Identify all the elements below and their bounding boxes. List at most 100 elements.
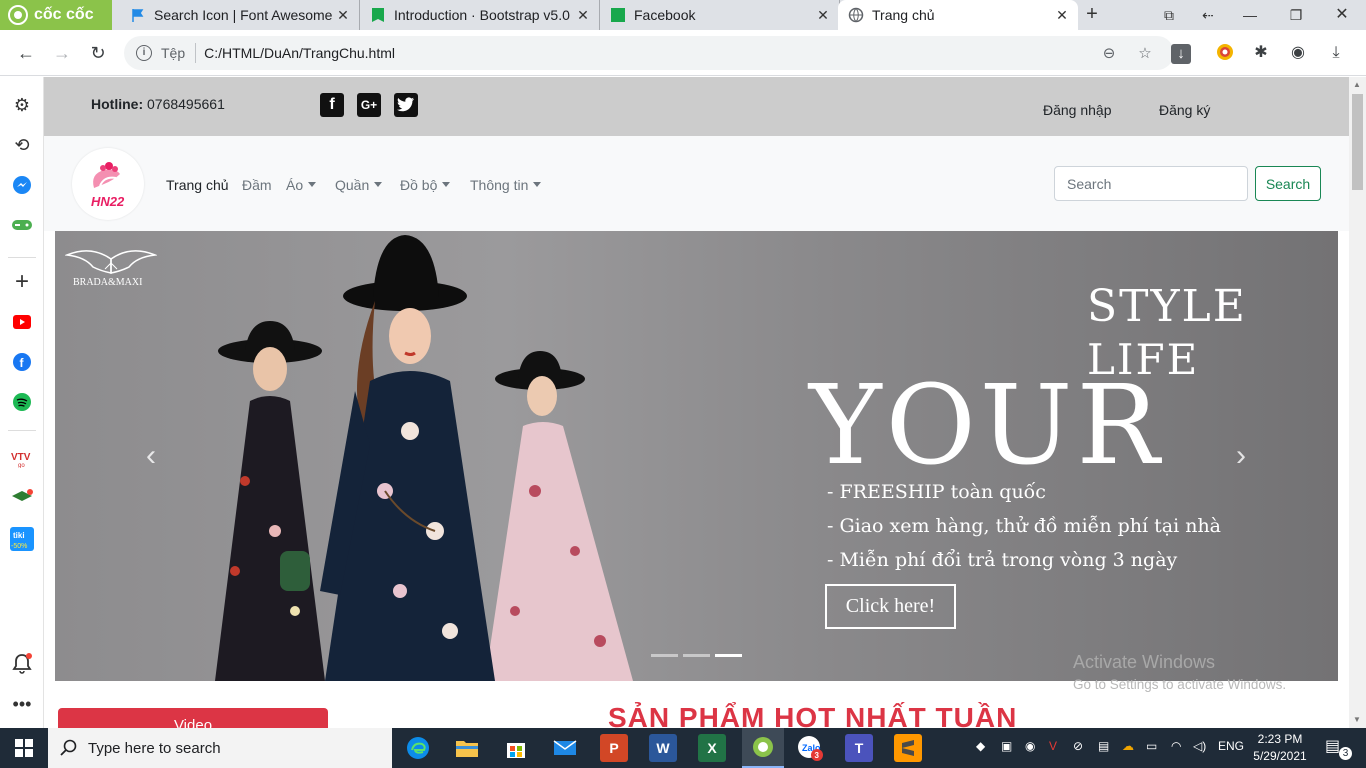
carousel-prev-icon[interactable]: ‹ (136, 439, 166, 473)
start-button[interactable] (0, 728, 48, 768)
scroll-down-arrow-icon[interactable]: ▼ (1353, 715, 1361, 724)
nav-quan[interactable]: Quần (335, 177, 383, 193)
profile-icon[interactable]: ◉ (1288, 43, 1308, 63)
nav-trang-chu[interactable]: Trang chủ (166, 177, 229, 193)
page-viewport: Hotline: 0768495661 f G+ Đăng nhập Đăng … (44, 77, 1349, 728)
tab-bootstrap[interactable]: Introduction · Bootstrap v5.0 ✕ (360, 0, 600, 30)
close-icon[interactable]: ✕ (815, 7, 831, 24)
tab-font-awesome[interactable]: Search Icon | Font Awesome ✕ (120, 0, 360, 30)
taskbar-search-box[interactable]: Type here to search (48, 728, 392, 768)
twitter-icon[interactable] (394, 93, 418, 117)
google-plus-icon[interactable]: G+ (357, 93, 381, 117)
address-bar[interactable]: i Tệp C:/HTML/DuAn/TrangChu.html ⊖ ☆ ↓ (124, 36, 1191, 70)
battery-icon[interactable]: ▭ (1146, 739, 1157, 753)
nav-dam[interactable]: Đầm (242, 177, 272, 193)
cloud-tray-icon[interactable]: ☁ (1122, 739, 1134, 753)
zoom-icon[interactable]: ⊖ (1099, 44, 1119, 64)
carousel-next-icon[interactable]: › (1226, 439, 1256, 473)
page-topbar: Hotline: 0768495661 f G+ Đăng nhập Đăng … (44, 77, 1349, 136)
browser-sidebar: ⚙ ⟲ + f VTV go tiki -50% ••• (0, 77, 44, 728)
close-icon[interactable]: ✕ (575, 7, 591, 24)
coccoc-menu-button[interactable]: cốc cốc (0, 0, 112, 30)
svg-text:VTV: VTV (11, 452, 31, 463)
facebook-icon[interactable]: f (320, 93, 344, 117)
notification-bell-icon[interactable] (10, 652, 34, 676)
downloads-icon[interactable]: ⤓ (1326, 43, 1346, 63)
tiki-icon[interactable]: tiki -50% (10, 527, 34, 551)
nav-do-bo[interactable]: Đồ bộ (400, 177, 451, 193)
back-arrow-icon[interactable]: ⇠ (1196, 3, 1220, 27)
nav-ao[interactable]: Áo (286, 177, 317, 193)
search-button[interactable]: Search (1255, 166, 1321, 201)
reload-button[interactable]: ↻ (85, 40, 111, 66)
wifi-icon[interactable]: ◠ (1171, 739, 1181, 753)
youtube-icon[interactable] (10, 310, 34, 334)
shop-logo[interactable]: HN22 (72, 148, 144, 220)
carousel-indicator-3[interactable] (715, 654, 742, 657)
video-button[interactable]: Video (58, 708, 328, 728)
store-icon[interactable] (502, 734, 530, 762)
add-icon[interactable]: + (10, 268, 34, 295)
zalo-icon[interactable]: Zalo 3 (796, 734, 824, 762)
vtv-go-icon[interactable]: VTV go (10, 446, 34, 470)
antivirus-tray-icon[interactable]: V (1049, 739, 1057, 753)
powerpoint-icon[interactable]: P (600, 734, 628, 762)
mail-icon[interactable] (551, 734, 579, 762)
word-icon[interactable]: W (649, 734, 677, 762)
scrollbar-thumb[interactable] (1352, 94, 1363, 190)
coccoc-taskbar-icon[interactable] (742, 728, 784, 768)
forward-button[interactable]: → (49, 40, 75, 66)
close-icon[interactable]: ✕ (335, 7, 351, 24)
spotify-icon[interactable] (10, 390, 34, 414)
language-indicator[interactable]: ENG (1218, 739, 1244, 753)
back-button[interactable]: ← (13, 40, 39, 66)
bookmark-star-icon[interactable]: ☆ (1135, 44, 1155, 64)
taskbar-clock[interactable]: 2:23 PM 5/29/2021 (1250, 731, 1310, 765)
messenger-icon[interactable] (10, 173, 34, 197)
game-controller-icon[interactable] (10, 213, 34, 237)
download-page-icon[interactable]: ↓ (1171, 44, 1191, 64)
teams-tray-icon[interactable]: ▣ (1001, 739, 1012, 753)
browser-toolbar: ← → ↻ i Tệp C:/HTML/DuAn/TrangChu.html ⊖… (0, 30, 1366, 76)
more-icon[interactable]: ••• (10, 692, 34, 716)
carousel-indicator-1[interactable] (651, 654, 678, 657)
tab-trang-chu[interactable]: Trang chủ ✕ (838, 0, 1078, 30)
click-here-button[interactable]: Click here! (825, 584, 956, 629)
tab-search-icon[interactable]: ⧉ (1157, 3, 1181, 27)
excel-icon[interactable]: X (698, 734, 726, 762)
coccoc-extension-icon[interactable] (1215, 43, 1235, 63)
volume-icon[interactable]: ◁) (1193, 739, 1206, 753)
facebook-sidebar-icon[interactable]: f (10, 350, 34, 374)
address-url[interactable]: C:/HTML/DuAn/TrangChu.html (204, 45, 395, 61)
close-window-button[interactable]: ✕ (1330, 3, 1354, 27)
minimize-button[interactable]: — (1238, 3, 1262, 27)
login-link[interactable]: Đăng nhập (1043, 102, 1112, 118)
notification-count-badge: 3 (1339, 747, 1352, 760)
grad-cap-icon[interactable] (10, 486, 34, 510)
maximize-button[interactable]: ❐ (1284, 3, 1308, 27)
network-adapter-tray-icon[interactable]: ▤ (1098, 739, 1109, 753)
page-scrollbar[interactable]: ▲ ▼ (1349, 77, 1366, 728)
sublime-text-icon[interactable] (894, 734, 922, 762)
search-input[interactable] (1054, 166, 1248, 201)
history-icon[interactable]: ⟲ (10, 133, 34, 157)
camera-off-tray-icon[interactable]: ⊘ (1073, 739, 1083, 753)
scroll-up-arrow-icon[interactable]: ▲ (1353, 80, 1361, 89)
teams-icon[interactable]: T (845, 734, 873, 762)
file-explorer-icon[interactable] (453, 734, 481, 762)
nav-thong-tin-label: Thông tin (470, 177, 529, 193)
zalo-tray-icon[interactable]: ◆ (976, 739, 985, 753)
settings-gear-icon[interactable]: ⚙ (10, 93, 34, 117)
nav-ao-label: Áo (286, 177, 304, 193)
close-icon[interactable]: ✕ (1054, 7, 1070, 24)
tab-facebook[interactable]: Facebook ✕ (600, 0, 840, 30)
carousel-indicator-2[interactable] (683, 654, 710, 657)
extensions-puzzle-icon[interactable]: ✱ (1251, 43, 1271, 63)
action-center-icon[interactable]: ▤ (1325, 736, 1340, 756)
nav-thong-tin[interactable]: Thông tin (470, 177, 542, 193)
new-tab-button[interactable]: + (1081, 3, 1103, 25)
register-link[interactable]: Đăng ký (1159, 102, 1210, 118)
coccoc-tray-icon[interactable]: ◉ (1025, 739, 1035, 753)
info-icon[interactable]: i (136, 45, 152, 61)
edge-icon[interactable] (404, 734, 432, 762)
